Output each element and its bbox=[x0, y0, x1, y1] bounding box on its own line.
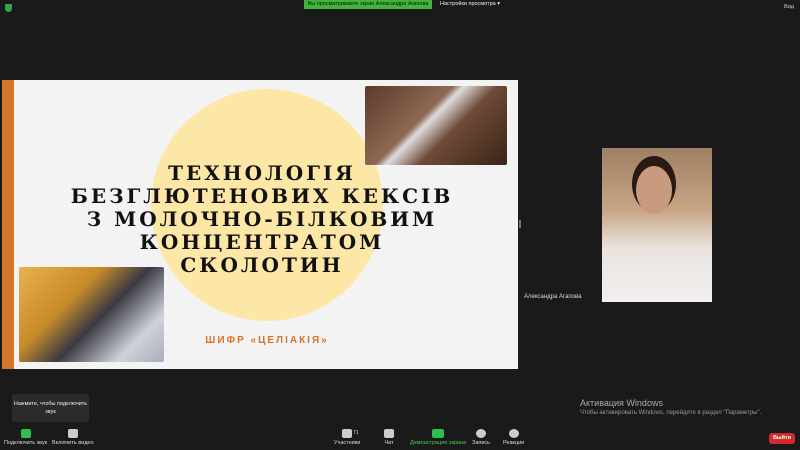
label: Включить видео bbox=[52, 440, 94, 446]
title-line: БЕЗГЛЮТЕНОВИХ КЕКСІВ bbox=[70, 184, 454, 208]
windows-activation-title: Активация Windows bbox=[580, 398, 663, 408]
slide-subtitle: ШИФР «ЦЕЛІАКІЯ» bbox=[205, 335, 329, 346]
label: Запись bbox=[472, 440, 491, 446]
record-icon bbox=[476, 429, 487, 438]
label: Чат bbox=[384, 440, 394, 446]
start-video-button[interactable]: Включить видео bbox=[52, 429, 94, 446]
security-shield-icon[interactable] bbox=[5, 4, 12, 12]
audio-tooltip: Нажмите, чтобы подключить звук bbox=[12, 394, 89, 422]
slide-title: ТЕХНОЛОГІЯ БЕЗГЛЮТЕНОВИХ КЕКСІВ З МОЛОЧН… bbox=[62, 162, 462, 277]
label: Реакции bbox=[503, 440, 525, 446]
chat-icon bbox=[384, 429, 394, 438]
split-drag-handle[interactable] bbox=[519, 220, 521, 228]
participant-name: Александра Агапова bbox=[524, 294, 582, 300]
headphones-icon bbox=[20, 429, 31, 438]
muffins-photo-bottom bbox=[19, 267, 164, 362]
screen-share-banner: Вы просматриваете экран Александра Агапо… bbox=[304, 0, 432, 9]
participants-icon bbox=[342, 429, 353, 438]
participant-face bbox=[636, 166, 672, 214]
participants-count: 71 bbox=[353, 430, 359, 436]
join-audio-button[interactable]: Подключить звук bbox=[4, 429, 47, 446]
view-button[interactable]: Вид bbox=[784, 4, 794, 10]
title-line: ТЕХНОЛОГІЯ bbox=[168, 161, 356, 185]
reactions-button[interactable]: Реакции bbox=[503, 429, 524, 446]
shared-slide: ТЕХНОЛОГІЯ БЕЗГЛЮТЕНОВИХ КЕКСІВ З МОЛОЧН… bbox=[2, 80, 518, 369]
windows-activation-text: Чтобы активировать Windows, перейдите в … bbox=[580, 410, 762, 416]
title-line: СКОЛОТИН bbox=[180, 253, 344, 277]
label: Подключить звук bbox=[4, 440, 48, 446]
video-off-icon bbox=[67, 429, 78, 438]
view-options-button[interactable]: Настройки просмотра ▾ bbox=[440, 0, 500, 9]
label: Участники bbox=[334, 440, 361, 446]
reactions-icon bbox=[508, 429, 519, 438]
participant-video[interactable] bbox=[602, 148, 712, 302]
chat-button[interactable]: Чат bbox=[384, 429, 394, 446]
muffins-photo-top bbox=[365, 86, 507, 165]
title-line: КОНЦЕНТРАТОМ bbox=[139, 230, 385, 254]
leave-button[interactable]: Выйти bbox=[769, 433, 795, 444]
title-line: З МОЛОЧНО-БІЛКОВИМ bbox=[86, 207, 438, 231]
share-screen-button[interactable]: Демонстрация экрана bbox=[410, 429, 466, 446]
share-screen-icon bbox=[432, 429, 445, 438]
slide-accent-bar bbox=[2, 80, 14, 369]
label: Демонстрация экрана bbox=[410, 440, 467, 446]
record-button[interactable]: Запись bbox=[472, 429, 490, 446]
